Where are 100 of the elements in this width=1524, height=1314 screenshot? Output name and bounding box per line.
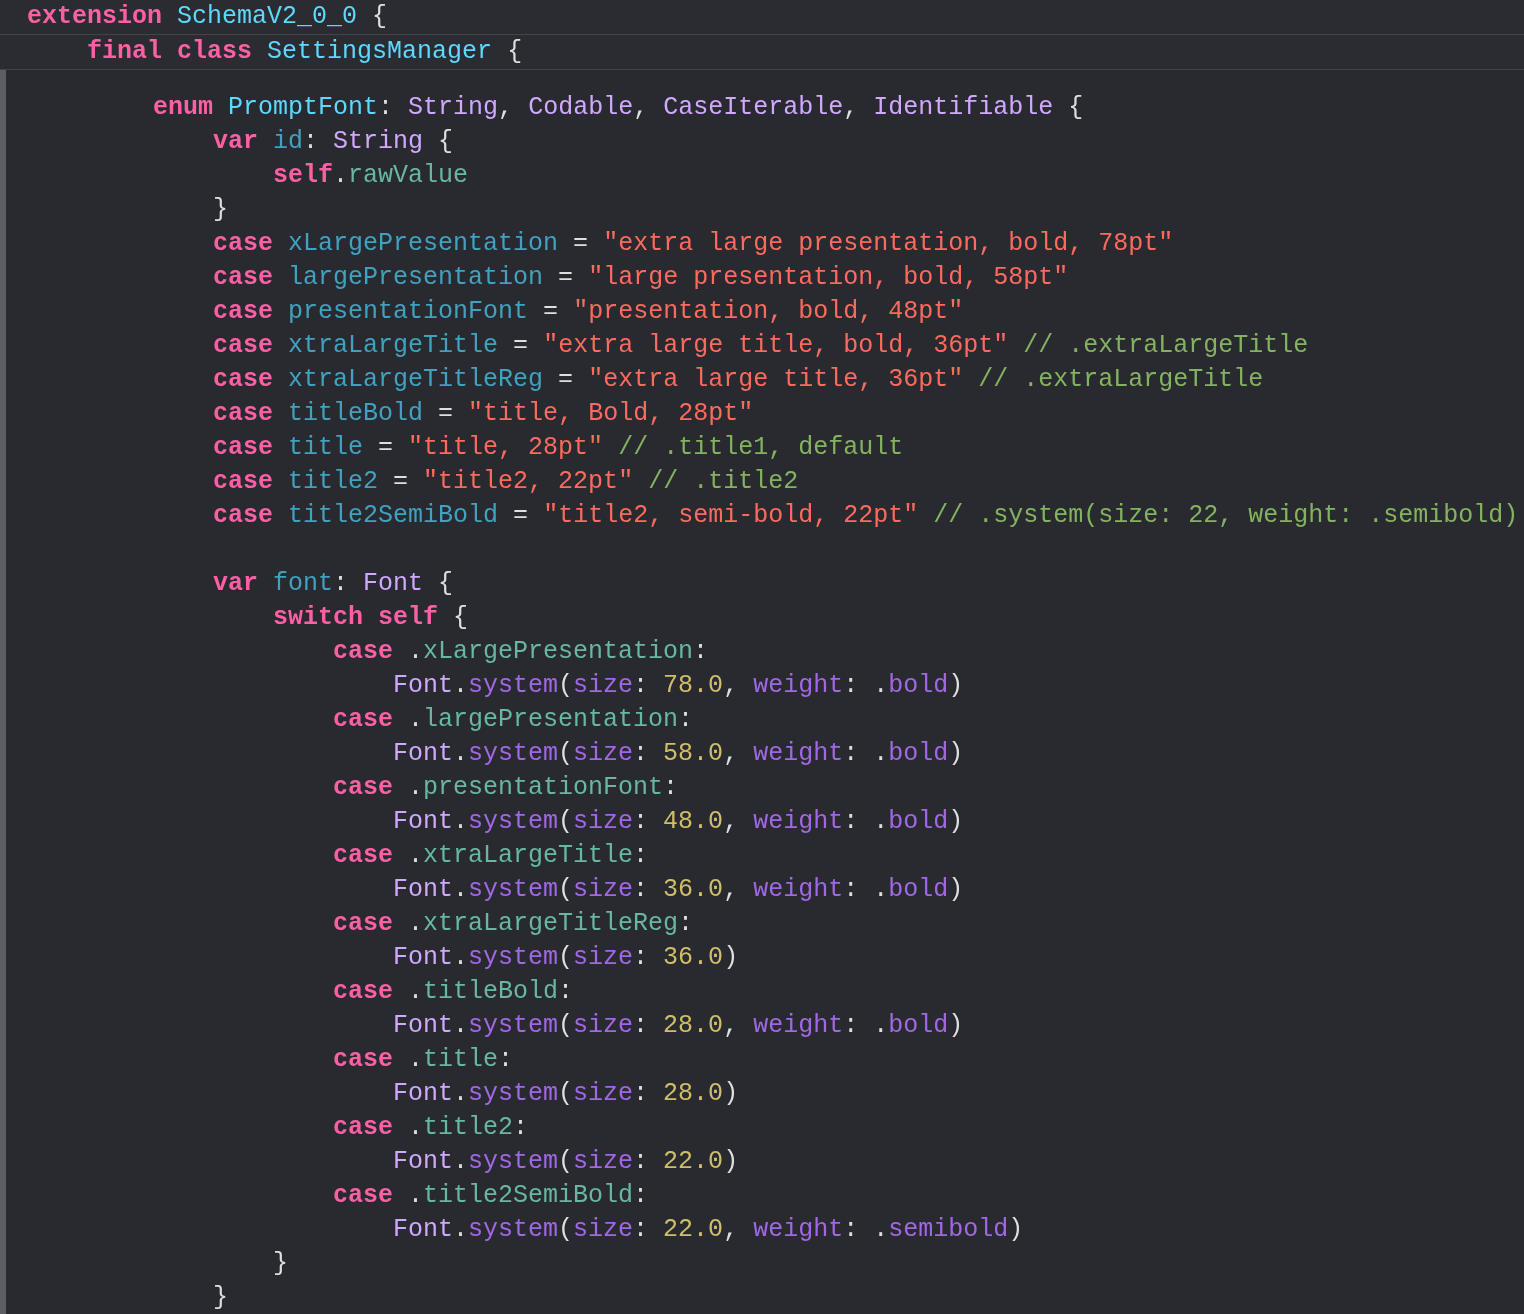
punctuation: .	[873, 671, 889, 700]
keyword: enum	[153, 93, 213, 122]
identifier: weight	[753, 1011, 844, 1040]
identifier: title2	[288, 467, 379, 496]
type-name: Codable	[528, 93, 634, 122]
punctuation: :	[633, 1147, 649, 1176]
punctuation: .	[453, 1215, 469, 1244]
identifier: size	[573, 875, 634, 904]
identifier: title2SemiBold	[288, 501, 499, 530]
identifier: size	[573, 943, 634, 972]
punctuation: =	[513, 331, 529, 360]
punctuation: )	[723, 1147, 739, 1176]
punctuation: )	[723, 1079, 739, 1108]
string-literal: "title, Bold, 28pt"	[468, 399, 754, 428]
punctuation: )	[1008, 1215, 1024, 1244]
identifier: presentationFont	[288, 297, 529, 326]
punctuation: :	[843, 739, 859, 768]
type-name: Font	[393, 739, 453, 768]
identifier: title	[423, 1045, 499, 1074]
string-literal: "large presentation, bold, 58pt"	[588, 263, 1069, 292]
punctuation: .	[453, 1011, 469, 1040]
punctuation: .	[408, 1181, 424, 1210]
punctuation: .	[873, 739, 889, 768]
punctuation: ,	[723, 807, 739, 836]
punctuation: :	[633, 943, 649, 972]
punctuation: =	[573, 229, 589, 258]
punctuation: :	[633, 1011, 649, 1040]
punctuation: :	[633, 841, 649, 870]
type-name: Identifiable	[873, 93, 1054, 122]
keyword: switch	[273, 603, 363, 632]
punctuation: .	[333, 161, 349, 190]
type-name: String	[408, 93, 499, 122]
identifier: size	[573, 1147, 634, 1176]
keyword: case	[213, 229, 273, 258]
punctuation: ,	[723, 671, 739, 700]
punctuation: .	[453, 1147, 469, 1176]
punctuation: (	[558, 875, 574, 904]
keyword: class	[177, 37, 253, 66]
punctuation: (	[558, 1011, 574, 1040]
punctuation: .	[453, 671, 469, 700]
identifier: weight	[753, 739, 844, 768]
punctuation: :	[843, 1215, 859, 1244]
string-literal: "extra large title, 36pt"	[588, 365, 964, 394]
identifier: size	[573, 1011, 634, 1040]
identifier: titleBold	[288, 399, 424, 428]
keyword: case	[333, 1045, 393, 1074]
punctuation: (	[558, 807, 574, 836]
type-name: Font	[393, 1147, 453, 1176]
identifier: rawValue	[348, 161, 469, 190]
punctuation: {	[1068, 93, 1084, 122]
identifier: system	[468, 943, 559, 972]
identifier: bold	[888, 807, 949, 836]
punctuation: .	[408, 773, 424, 802]
punctuation: :	[498, 1045, 514, 1074]
keyword: case	[333, 1113, 393, 1142]
identifier: system	[468, 1079, 559, 1108]
identifier: bold	[888, 739, 949, 768]
punctuation: ,	[723, 739, 739, 768]
punctuation: :	[303, 127, 319, 156]
punctuation: :	[678, 705, 694, 734]
identifier: titleBold	[423, 977, 559, 1006]
type-name: SettingsManager	[267, 37, 493, 66]
punctuation: .	[453, 807, 469, 836]
punctuation: .	[408, 841, 424, 870]
punctuation: :	[843, 875, 859, 904]
punctuation: :	[633, 1215, 649, 1244]
keyword: var	[213, 127, 258, 156]
punctuation: :	[378, 93, 394, 122]
punctuation: =	[558, 365, 574, 394]
keyword: case	[213, 467, 273, 496]
type-name: Font	[393, 943, 453, 972]
punctuation: :	[558, 977, 574, 1006]
type-name: CaseIterable	[663, 93, 844, 122]
identifier: system	[468, 671, 559, 700]
identifier: system	[468, 807, 559, 836]
punctuation: ,	[633, 93, 649, 122]
identifier: xtraLargeTitle	[288, 331, 499, 360]
identifier: xLargePresentation	[423, 637, 694, 666]
identifier: bold	[888, 1011, 949, 1040]
comment: // .system(size: 22, weight: .semibold)	[933, 501, 1519, 530]
identifier: xtraLargeTitle	[423, 841, 634, 870]
punctuation: .	[408, 705, 424, 734]
punctuation: .	[408, 909, 424, 938]
identifier: font	[273, 569, 334, 598]
punctuation: .	[873, 1011, 889, 1040]
keyword: case	[213, 399, 273, 428]
punctuation: :	[633, 1181, 649, 1210]
identifier: system	[468, 875, 559, 904]
punctuation: .	[453, 943, 469, 972]
punctuation: :	[693, 637, 709, 666]
punctuation: {	[438, 569, 454, 598]
punctuation: :	[333, 569, 349, 598]
type-name: Font	[393, 671, 453, 700]
punctuation: .	[408, 1113, 424, 1142]
identifier: size	[573, 1079, 634, 1108]
identifier: weight	[753, 671, 844, 700]
punctuation: =	[438, 399, 454, 428]
identifier: semibold	[888, 1215, 1009, 1244]
identifier: system	[468, 1011, 559, 1040]
punctuation: (	[558, 1147, 574, 1176]
